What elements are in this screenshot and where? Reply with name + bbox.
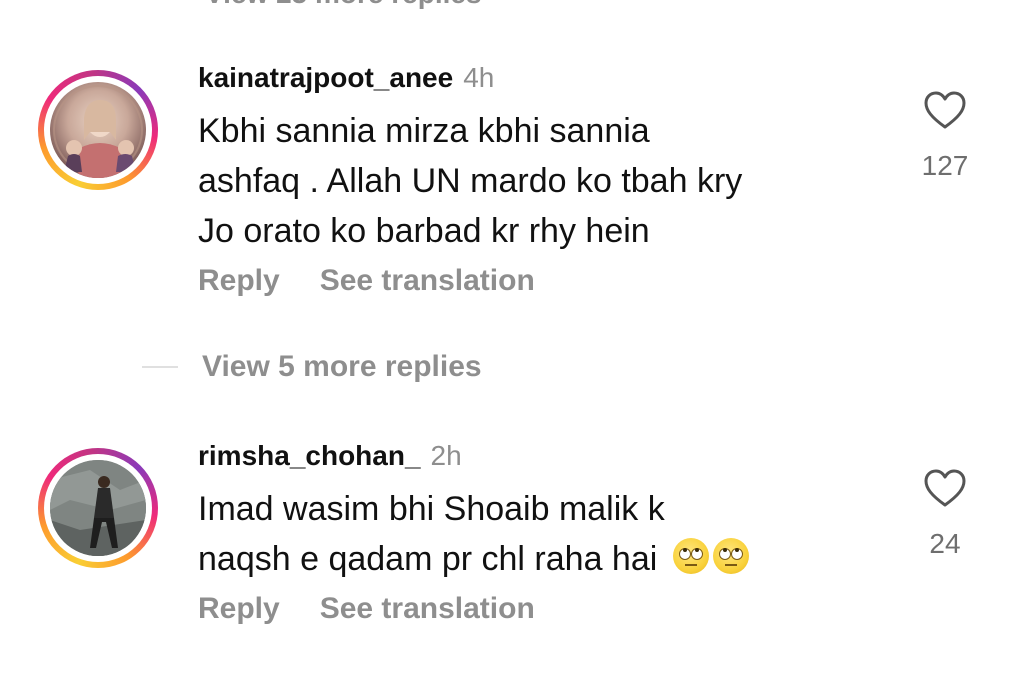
avatar[interactable] <box>38 70 158 190</box>
view-replies-row[interactable]: View 5 more replies <box>142 350 482 384</box>
comment-actions: Reply See translation <box>198 264 535 298</box>
replies-divider-line <box>142 366 178 368</box>
avatar[interactable] <box>38 448 158 568</box>
avatar-image <box>50 460 146 556</box>
comment-text-line: Imad wasim bhi Shoaib malik k <box>198 490 665 528</box>
comment-timestamp: 4h <box>463 62 495 93</box>
heart-outline-icon[interactable] <box>923 468 967 508</box>
comment-text-line: ashfaq . Allah UN mardo ko tbah kry <box>198 162 743 200</box>
avatar-photo-icon <box>50 460 146 556</box>
like-control: 127 <box>906 90 984 182</box>
comment-text: Kbhi sannia mirza kbhi sannia ashfaq . A… <box>198 106 858 256</box>
comment-username-row: rimsha_chohan_ 2h <box>198 440 462 472</box>
like-control: 24 <box>906 468 984 560</box>
view-more-replies-link[interactable]: View 5 more replies <box>202 350 482 384</box>
comment-username-row: kainatrajpoot_anee 4h <box>198 62 494 94</box>
comments-page: View 25 more replies <box>0 0 1024 684</box>
comment-actions: Reply See translation <box>198 592 535 626</box>
comment-text-line: Jo orato ko barbad kr rhy hein <box>198 212 650 250</box>
avatar-image <box>50 82 146 178</box>
comment-username[interactable]: rimsha_chohan_ <box>198 440 421 471</box>
see-translation-button[interactable]: See translation <box>320 592 535 625</box>
comment-text-line: Kbhi sannia mirza kbhi sannia <box>198 112 650 150</box>
see-translation-button[interactable]: See translation <box>320 264 535 297</box>
avatar-photo-icon <box>53 85 143 178</box>
view-more-replies-link-cutoff[interactable]: View 25 more replies <box>205 0 482 10</box>
heart-outline-icon[interactable] <box>923 90 967 130</box>
reply-button[interactable]: Reply <box>198 592 280 625</box>
comment-timestamp: 2h <box>430 440 462 471</box>
like-count: 127 <box>921 150 969 181</box>
comment-username[interactable]: kainatrajpoot_anee <box>198 62 453 93</box>
comment-text-line-with-emojis: naqsh e qadam pr chl raha hai <box>198 534 858 584</box>
like-count: 24 <box>929 528 961 559</box>
comment-text-line: naqsh e qadam pr chl raha hai <box>198 540 658 578</box>
face-with-rolling-eyes-icon <box>672 538 709 574</box>
avatar-ring-gap <box>44 454 152 562</box>
reply-button[interactable]: Reply <box>198 264 280 297</box>
avatar-ring-gap <box>44 76 152 184</box>
comment-text: Imad wasim bhi Shoaib malik k naqsh e qa… <box>198 484 858 584</box>
face-with-rolling-eyes-icon <box>712 538 749 574</box>
